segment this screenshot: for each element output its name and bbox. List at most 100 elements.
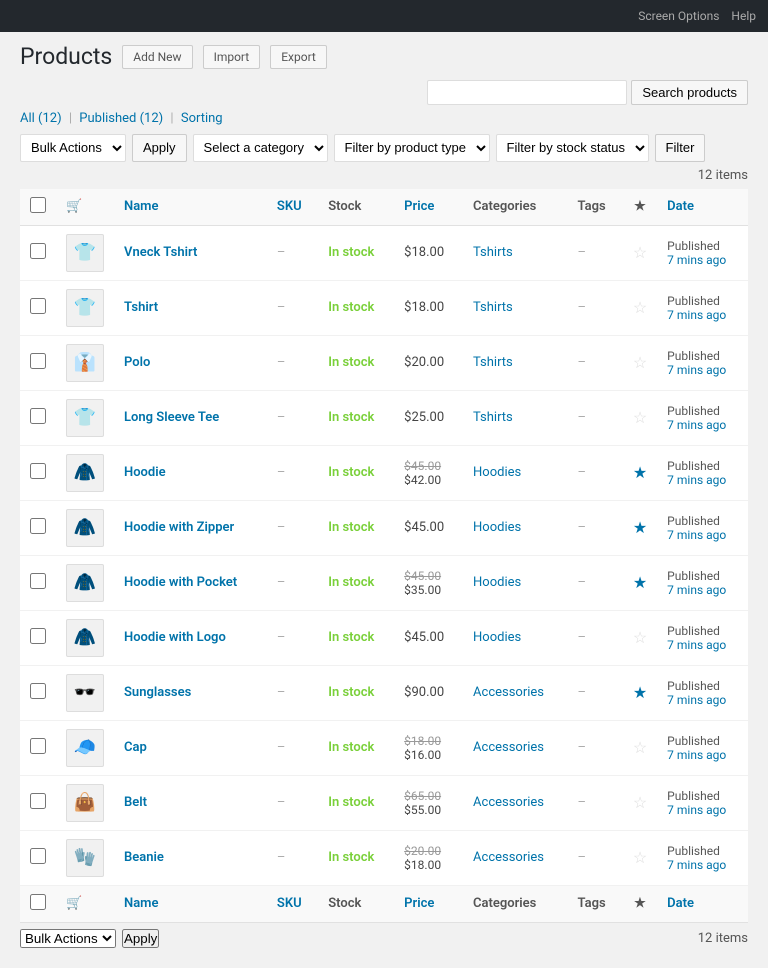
time-ago-link[interactable]: 7 mins ago bbox=[667, 473, 738, 487]
product-star[interactable]: ☆ bbox=[633, 848, 647, 867]
category-link[interactable]: Tshirts bbox=[473, 245, 513, 260]
add-new-button[interactable]: Add New bbox=[122, 45, 192, 69]
product-name-link[interactable]: Polo bbox=[124, 355, 150, 370]
product-name-link[interactable]: Hoodie bbox=[124, 465, 166, 480]
product-star[interactable]: ★ bbox=[633, 518, 647, 537]
time-ago-link[interactable]: 7 mins ago bbox=[667, 253, 738, 267]
category-link[interactable]: Tshirts bbox=[473, 410, 513, 425]
product-star[interactable]: ☆ bbox=[633, 793, 647, 812]
select-all-checkbox-bottom[interactable] bbox=[30, 894, 46, 910]
product-star[interactable]: ☆ bbox=[633, 738, 647, 757]
category-filter-select[interactable]: Select a category bbox=[193, 134, 328, 162]
apply-button-bottom[interactable]: Apply bbox=[122, 929, 159, 948]
row-checkbox-2[interactable] bbox=[30, 298, 46, 314]
category-link[interactable]: Hoodies bbox=[473, 520, 521, 535]
product-star[interactable]: ☆ bbox=[633, 408, 647, 427]
price-col-footer[interactable]: Price bbox=[404, 896, 434, 911]
time-ago-link[interactable]: 7 mins ago bbox=[667, 693, 738, 707]
product-name-link[interactable]: Long Sleeve Tee bbox=[124, 410, 219, 425]
product-name-link[interactable]: Cap bbox=[124, 740, 147, 755]
row-checkbox-8[interactable] bbox=[30, 628, 46, 644]
row-checkbox-5[interactable] bbox=[30, 463, 46, 479]
sku-col-header[interactable]: SKU bbox=[277, 199, 302, 214]
product-name-link[interactable]: Hoodie with Logo bbox=[124, 630, 226, 645]
items-count-top: 12 items bbox=[698, 168, 748, 183]
product-name-link[interactable]: Belt bbox=[124, 795, 147, 810]
product-name-link[interactable]: Tshirt bbox=[124, 300, 158, 315]
help-btn[interactable]: Help bbox=[731, 9, 756, 23]
time-ago-link[interactable]: 7 mins ago bbox=[667, 363, 738, 377]
product-star[interactable]: ☆ bbox=[633, 243, 647, 262]
date-col-header[interactable]: Date bbox=[667, 199, 694, 214]
row-checkbox-3[interactable] bbox=[30, 353, 46, 369]
product-tags: – bbox=[568, 445, 623, 500]
filter-all-link[interactable]: All (12) bbox=[20, 111, 62, 126]
time-ago-link[interactable]: 7 mins ago bbox=[667, 638, 738, 652]
table-row: 🧢Cap–In stock$18.00$16.00Accessories–☆Pu… bbox=[20, 720, 748, 775]
row-checkbox-4[interactable] bbox=[30, 408, 46, 424]
product-star[interactable]: ★ bbox=[633, 573, 647, 592]
product-stock: In stock bbox=[318, 610, 394, 665]
product-star[interactable]: ☆ bbox=[633, 298, 647, 317]
row-checkbox-9[interactable] bbox=[30, 683, 46, 699]
filter-sorting-link[interactable]: Sorting bbox=[181, 111, 223, 126]
bulk-actions-select[interactable]: Bulk Actions bbox=[20, 134, 126, 162]
time-ago-link[interactable]: 7 mins ago bbox=[667, 583, 738, 597]
product-name-link[interactable]: Vneck Tshirt bbox=[124, 245, 197, 260]
filter-published-link[interactable]: Published (12) bbox=[79, 111, 163, 126]
product-type-filter-select[interactable]: Filter by product type bbox=[334, 134, 490, 162]
row-checkbox-6[interactable] bbox=[30, 518, 46, 534]
table-row: 🧥Hoodie–In stock$45.00$42.00Hoodies–★Pub… bbox=[20, 445, 748, 500]
time-ago-link[interactable]: 7 mins ago bbox=[667, 803, 738, 817]
category-link[interactable]: Accessories bbox=[473, 795, 544, 810]
time-ago-link[interactable]: 7 mins ago bbox=[667, 528, 738, 542]
product-star[interactable]: ★ bbox=[633, 683, 647, 702]
name-col-footer[interactable]: Name bbox=[124, 896, 158, 911]
product-star[interactable]: ☆ bbox=[633, 628, 647, 647]
product-price: $20.00 bbox=[394, 335, 463, 390]
product-star[interactable]: ☆ bbox=[633, 353, 647, 372]
time-ago-link[interactable]: 7 mins ago bbox=[667, 858, 738, 872]
category-link[interactable]: Tshirts bbox=[473, 355, 513, 370]
category-link[interactable]: Hoodies bbox=[473, 465, 521, 480]
time-ago-link[interactable]: 7 mins ago bbox=[667, 308, 738, 322]
product-sku: – bbox=[267, 610, 318, 665]
row-checkbox-12[interactable] bbox=[30, 848, 46, 864]
select-all-checkbox[interactable] bbox=[30, 197, 46, 213]
category-link[interactable]: Hoodies bbox=[473, 575, 521, 590]
product-tags: – bbox=[568, 225, 623, 280]
category-link[interactable]: Tshirts bbox=[473, 300, 513, 315]
row-checkbox-10[interactable] bbox=[30, 738, 46, 754]
search-button[interactable]: Search products bbox=[631, 80, 748, 105]
tags-col-footer: Tags bbox=[568, 885, 623, 922]
row-checkbox-1[interactable] bbox=[30, 243, 46, 259]
category-link[interactable]: Accessories bbox=[473, 850, 544, 865]
row-checkbox-11[interactable] bbox=[30, 793, 46, 809]
product-name-link[interactable]: Hoodie with Pocket bbox=[124, 575, 237, 590]
product-star[interactable]: ★ bbox=[633, 463, 647, 482]
export-button[interactable]: Export bbox=[270, 45, 327, 69]
apply-button[interactable]: Apply bbox=[132, 134, 187, 162]
screen-options-btn[interactable]: Screen Options bbox=[638, 9, 719, 23]
date-col-footer[interactable]: Date bbox=[667, 896, 694, 911]
product-tags: – bbox=[568, 390, 623, 445]
row-checkbox-7[interactable] bbox=[30, 573, 46, 589]
product-thumbnail: 🕶️ bbox=[66, 674, 104, 712]
product-name-link[interactable]: Sunglasses bbox=[124, 685, 191, 700]
bulk-actions-select-bottom[interactable]: Bulk Actions bbox=[20, 929, 116, 948]
price-col-header[interactable]: Price bbox=[404, 199, 434, 214]
category-link[interactable]: Accessories bbox=[473, 685, 544, 700]
time-ago-link[interactable]: 7 mins ago bbox=[667, 418, 738, 432]
stock-status-filter-select[interactable]: Filter by stock status bbox=[496, 134, 649, 162]
name-col-header[interactable]: Name bbox=[124, 199, 158, 214]
filter-button[interactable]: Filter bbox=[655, 134, 706, 162]
import-button[interactable]: Import bbox=[203, 45, 261, 69]
search-input[interactable] bbox=[427, 80, 627, 105]
product-name-link[interactable]: Beanie bbox=[124, 850, 164, 865]
sku-col-footer[interactable]: SKU bbox=[277, 896, 302, 911]
product-name-link[interactable]: Hoodie with Zipper bbox=[124, 520, 234, 535]
category-link[interactable]: Accessories bbox=[473, 740, 544, 755]
product-categories: Tshirts bbox=[463, 225, 567, 280]
time-ago-link[interactable]: 7 mins ago bbox=[667, 748, 738, 762]
category-link[interactable]: Hoodies bbox=[473, 630, 521, 645]
